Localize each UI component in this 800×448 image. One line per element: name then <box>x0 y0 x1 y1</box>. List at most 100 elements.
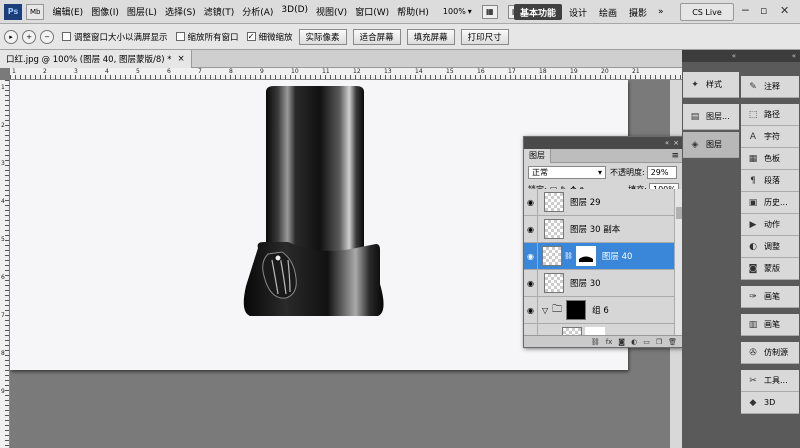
eye-icon[interactable]: ◉ <box>524 189 538 216</box>
eye-icon[interactable]: ◉ <box>524 269 538 297</box>
menu-item[interactable]: 3D(D) <box>281 5 308 18</box>
menu-item[interactable]: 视图(V) <box>316 5 347 18</box>
workspace-more-icon[interactable]: » <box>652 4 670 20</box>
layer-row[interactable]: ◉ 图层 29 <box>524 189 674 216</box>
vertical-ruler[interactable]: 1 2 3 4 5 6 7 8 9 <box>0 80 10 448</box>
dock-collapse-icon[interactable]: « <box>740 50 800 62</box>
scrubby-zoom-checkbox[interactable]: ✓ 细微缩放 <box>246 31 293 43</box>
dock-spacer <box>682 62 740 70</box>
layer-row[interactable]: ◉ 图层 30 副本 <box>524 215 674 243</box>
dock-layers[interactable]: ◈ 图层 <box>683 132 739 158</box>
dock-clone-source[interactable]: ✇ 仿制源 <box>741 342 799 364</box>
dock-label: 蒙版 <box>764 264 780 273</box>
collapse-icon[interactable]: « <box>665 139 669 147</box>
zoom-all-windows-checkbox[interactable]: 缩放所有窗口 <box>175 31 239 43</box>
minimize-icon[interactable]: ─ <box>742 4 749 17</box>
ruler-label: 6 <box>1 274 5 281</box>
blend-mode-select[interactable]: 正常 ▾ <box>528 165 606 179</box>
dock-character[interactable]: A 字符 <box>741 126 799 148</box>
fill-screen-button[interactable]: 填充屏幕 <box>406 28 455 45</box>
dock-label: 样式 <box>706 80 722 89</box>
dock-masks[interactable]: ◙ 蒙版 <box>741 258 799 280</box>
document-tab[interactable]: 口红.jpg @ 100% (图层 40, 图层蒙版/8) * × <box>0 49 192 68</box>
expand-triangle-icon[interactable]: ▽ <box>542 306 548 315</box>
menu-item[interactable]: 图层(L) <box>127 5 157 18</box>
dock-paragraph[interactable]: ¶ 段落 <box>741 170 799 192</box>
resize-windows-checkbox[interactable]: 调整窗口大小以满屏显示 <box>62 31 168 43</box>
dock-actions[interactable]: ▶ 动作 <box>741 214 799 236</box>
layer-row-selected[interactable]: ◉ ⛓ 图层 40 <box>524 242 674 270</box>
menu-item[interactable]: 选择(S) <box>165 5 196 18</box>
group-row[interactable]: ◉ ▽ 🗀︎ 组 6 <box>524 296 674 324</box>
dock-adjustments[interactable]: ◐ 调整 <box>741 236 799 258</box>
link-icon[interactable]: ⛓ <box>591 338 600 346</box>
panel-menu-icon[interactable]: ≡ <box>671 151 679 161</box>
eye-icon[interactable]: ◉ <box>524 215 538 243</box>
opacity-input[interactable]: 29% <box>646 165 677 179</box>
layer-row-partial[interactable] <box>524 323 674 335</box>
trash-icon[interactable]: 🗑︎ <box>668 338 677 346</box>
zoom-in-icon[interactable]: + <box>22 29 36 44</box>
print-size-button[interactable]: 打印尺寸 <box>460 28 509 45</box>
layers-tab[interactable]: 图层 <box>524 148 551 163</box>
workspace-essentials[interactable]: 基本功能 <box>514 4 563 20</box>
fit-screen-button[interactable]: 适合屏幕 <box>352 28 401 45</box>
eye-icon[interactable]: ◉ <box>524 296 538 324</box>
zoom-select[interactable]: 100% ▾ <box>443 7 472 16</box>
ruler-label: 15 <box>446 68 454 75</box>
zoom-tool-icon[interactable]: ▸ <box>4 29 18 44</box>
close-icon[interactable]: ✕ <box>780 4 789 17</box>
dock-notes[interactable]: ✎ 注释 <box>741 76 799 98</box>
actions-icon: ▶ <box>749 219 757 230</box>
actual-pixels-button[interactable]: 实际像素 <box>298 28 347 45</box>
ruler-label: 4 <box>105 68 109 75</box>
arrange-documents-icon[interactable]: ▦ <box>481 4 498 19</box>
layer-mask-thumbnail[interactable] <box>575 246 596 266</box>
workspace-painting[interactable]: 绘画 <box>593 4 623 20</box>
horizontal-ruler[interactable]: 1 2 3 4 5 6 7 8 9 10 11 12 13 14 15 16 17 18 19 20 21 <box>10 68 682 80</box>
menu-item[interactable]: 窗口(W) <box>355 5 389 18</box>
adjustment-icon[interactable]: ◐ <box>631 338 637 346</box>
close-tab-icon[interactable]: × <box>178 54 185 64</box>
bridge-button[interactable]: Mb <box>26 3 45 20</box>
ruler-label: 14 <box>415 68 423 75</box>
menu-item[interactable]: 滤镜(T) <box>204 5 235 18</box>
dock-label: 历史... <box>764 198 788 207</box>
eye-icon[interactable]: ◉ <box>524 242 538 270</box>
menu-item[interactable]: 图像(I) <box>91 5 119 18</box>
workspace-photography[interactable]: 摄影 <box>623 4 653 20</box>
fx-icon[interactable]: fx <box>606 338 613 346</box>
eye-icon[interactable] <box>524 323 538 335</box>
dock-layer-comps[interactable]: ▤ 图层... <box>683 104 739 130</box>
menu-item[interactable]: 分析(A) <box>242 5 273 18</box>
dock-tool-presets[interactable]: ✂ 工具... <box>741 370 799 392</box>
workspace-design[interactable]: 设计 <box>563 4 593 20</box>
restore-icon[interactable]: ▫ <box>760 4 767 17</box>
dock-3d[interactable]: ◆ 3D <box>741 392 799 414</box>
ruler-label: 5 <box>1 236 5 243</box>
new-layer-icon[interactable]: ❐ <box>656 338 662 346</box>
dock-history[interactable]: ▣ 历史... <box>741 192 799 214</box>
dock-label: 调整 <box>764 242 780 251</box>
layers-stack-icon: ◈ <box>691 139 699 150</box>
dock-collapse-icon[interactable]: « <box>682 50 740 62</box>
folder-icon[interactable]: ▭ <box>643 338 650 346</box>
panel-dock-left: « ✦ 样式 ▤ 图层... ◈ 图层 <box>682 50 740 448</box>
chain-link-icon[interactable]: ⛓ <box>564 252 573 260</box>
layer-row[interactable]: ◉ 图层 30 <box>524 269 674 297</box>
dock-paths[interactable]: ⬚ 路径 <box>741 104 799 126</box>
dock-styles[interactable]: ✦ 样式 <box>683 72 739 98</box>
dock-brush[interactable]: ✑ 画笔 <box>741 286 799 308</box>
ruler-label: 13 <box>384 68 392 75</box>
close-panel-icon[interactable]: × <box>673 139 679 147</box>
cs-live-button[interactable]: CS Live <box>680 3 734 21</box>
zoom-out-icon[interactable]: − <box>40 29 54 44</box>
menu-item[interactable]: 帮助(H) <box>397 5 429 18</box>
dock-brush-presets[interactable]: ▥ 画笔 <box>741 314 799 336</box>
menu-item[interactable]: 编辑(E) <box>52 5 83 18</box>
paragraph-icon: ¶ <box>750 175 756 186</box>
ruler-label: 1 <box>1 84 5 91</box>
dock-swatches[interactable]: ▦ 色板 <box>741 148 799 170</box>
mask-icon[interactable]: ◙ <box>618 338 625 346</box>
character-icon: A <box>749 131 757 142</box>
